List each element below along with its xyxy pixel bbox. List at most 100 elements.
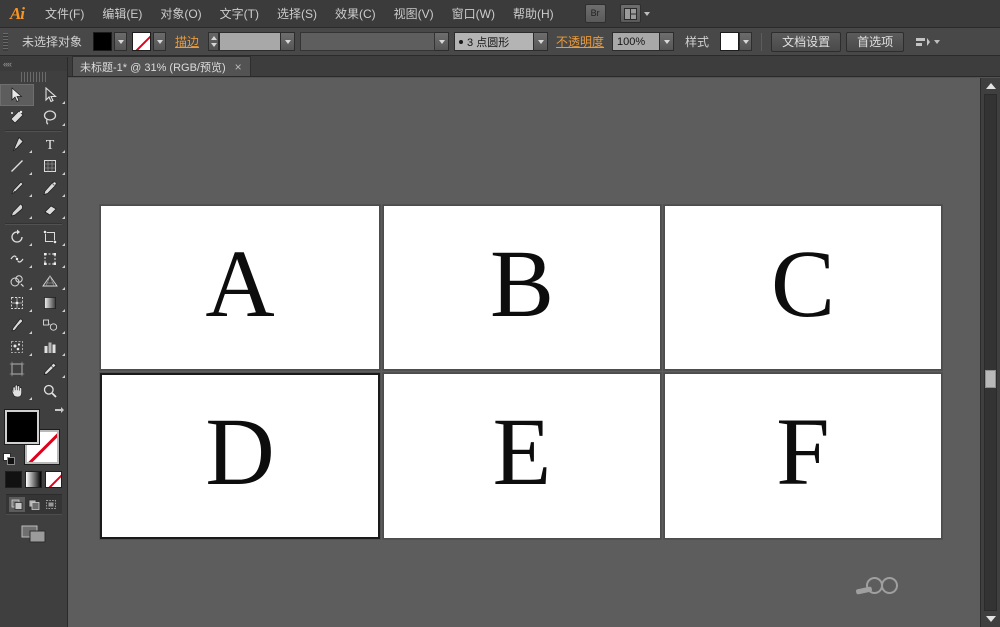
menu-effect[interactable]: 效果(C) [326, 1, 385, 26]
arrange-documents-chevron-down-icon[interactable] [643, 11, 650, 16]
scroll-thumb[interactable] [985, 370, 996, 388]
menu-select[interactable]: 选择(S) [268, 1, 326, 26]
blend-tool[interactable] [34, 314, 68, 336]
align-icon[interactable] [915, 35, 931, 49]
menu-window[interactable]: 窗口(W) [443, 1, 504, 26]
swap-fill-stroke-icon[interactable] [53, 406, 65, 418]
fill-color-group[interactable] [93, 32, 128, 51]
artboard-tool[interactable] [0, 358, 34, 380]
direct-selection-tool[interactable] [34, 84, 68, 106]
pencil-tool[interactable] [34, 177, 68, 199]
pen-tool[interactable] [0, 133, 34, 155]
bridge-icon[interactable]: Br [584, 4, 606, 23]
width-tool[interactable] [0, 248, 34, 270]
menu-object[interactable]: 对象(O) [151, 1, 210, 26]
artboard-e[interactable]: E [383, 373, 661, 539]
draw-inside-mode[interactable] [43, 497, 59, 512]
symbol-sprayer-tool[interactable] [0, 336, 34, 358]
artboard-d[interactable]: D [100, 373, 380, 539]
graphic-style-input[interactable]: 3 点圆形 [454, 32, 535, 51]
stroke-weight-input[interactable] [219, 32, 282, 51]
scroll-up-arrow[interactable] [981, 78, 1000, 94]
control-bar-grip[interactable] [3, 32, 8, 51]
canvas-area[interactable]: A B C D E F [68, 78, 1000, 627]
style-swatch[interactable] [720, 32, 740, 51]
free-transform-tool[interactable] [34, 248, 68, 270]
artboard-c[interactable]: C [664, 205, 942, 370]
stroke-weight-stepper[interactable] [208, 32, 220, 51]
menu-help[interactable]: 帮助(H) [504, 1, 563, 26]
menu-file[interactable]: 文件(F) [36, 1, 93, 26]
artboard-b[interactable]: B [383, 205, 661, 370]
fill-color-chevron-down-icon[interactable] [114, 32, 128, 51]
mesh-tool[interactable] [0, 292, 34, 314]
type-tool[interactable]: T [34, 133, 68, 155]
shape-builder-tool[interactable] [0, 270, 34, 292]
close-icon[interactable]: × [234, 61, 243, 73]
scale-tool[interactable] [34, 226, 68, 248]
rotate-tool[interactable] [0, 226, 34, 248]
tools-panel-grip[interactable] [20, 72, 47, 82]
opacity-panel-link[interactable]: 不透明度 [553, 33, 607, 50]
line-segment-tool[interactable] [0, 155, 34, 177]
document-tab[interactable]: 未标题-1* @ 31% (RGB/预览) × [72, 56, 251, 76]
rectangle-tool[interactable] [34, 155, 68, 177]
lasso-tool[interactable] [34, 106, 68, 128]
fill-color-swatch[interactable] [93, 32, 113, 51]
magic-wand-tool[interactable] [0, 106, 34, 128]
brush-definition-group[interactable] [300, 32, 450, 51]
control-bar-chevron-down-icon[interactable] [934, 39, 941, 44]
color-mode-none[interactable] [45, 471, 62, 488]
opacity-group[interactable]: 100% [612, 32, 675, 51]
menu-edit[interactable]: 编辑(E) [93, 1, 151, 26]
perspective-grid-tool[interactable] [34, 270, 68, 292]
paintbrush-tool[interactable] [0, 177, 34, 199]
eyedropper-tool[interactable] [0, 314, 34, 336]
scroll-down-arrow[interactable] [981, 611, 1000, 627]
stroke-color-group[interactable] [132, 32, 167, 51]
artboard-f[interactable]: F [664, 373, 942, 539]
brush-definition-chevron-down-icon[interactable] [435, 32, 450, 51]
graphic-style-group[interactable]: 3 点圆形 [454, 32, 549, 51]
zoom-tool[interactable] [34, 380, 68, 402]
style-chevron-down-icon[interactable] [739, 32, 753, 51]
gradient-tool[interactable] [34, 292, 68, 314]
default-fill-stroke-icon[interactable] [2, 453, 16, 466]
color-mode-gradient[interactable] [25, 471, 42, 488]
collapse-panel-icon[interactable]: «« [3, 59, 12, 69]
control-bar-overflow-group[interactable] [915, 35, 941, 49]
artboard-a[interactable]: A [100, 205, 380, 370]
draw-normal-mode[interactable] [8, 497, 25, 512]
menu-view[interactable]: 视图(V) [385, 1, 443, 26]
menu-type[interactable]: 文字(T) [211, 1, 268, 26]
blob-brush-tool[interactable] [0, 199, 34, 221]
graphic-style-chevron-down-icon[interactable] [534, 32, 549, 51]
stroke-weight-chevron-down-icon[interactable] [281, 32, 296, 51]
scrollbar-track[interactable] [984, 94, 997, 611]
vertical-scrollbar[interactable] [980, 78, 1000, 627]
stroke-color-swatch[interactable] [132, 32, 152, 51]
arrange-documents-group[interactable] [619, 4, 650, 23]
preferences-button[interactable]: 首选项 [846, 31, 905, 52]
eraser-tool[interactable] [34, 199, 68, 221]
stroke-weight-group[interactable] [208, 32, 296, 51]
opacity-chevron-down-icon[interactable] [660, 32, 675, 51]
arrange-documents-icon[interactable] [619, 4, 641, 23]
draw-behind-mode[interactable] [26, 497, 42, 512]
slice-tool[interactable] [34, 358, 68, 380]
hand-tool[interactable] [0, 380, 34, 402]
tool-flyout-corner-icon [28, 194, 32, 197]
stroke-color-chevron-down-icon[interactable] [153, 32, 167, 51]
brush-definition-input[interactable] [300, 32, 436, 51]
document-setup-button[interactable]: 文档设置 [771, 31, 842, 52]
style-swatch-group[interactable] [720, 32, 753, 51]
selection-tool[interactable] [0, 84, 34, 106]
fill-swatch-large[interactable] [4, 410, 39, 444]
tools-panel-header[interactable]: «« [0, 57, 67, 71]
stroke-panel-link[interactable]: 描边 [171, 33, 203, 50]
color-mode-solid[interactable] [5, 471, 22, 488]
change-screen-mode[interactable] [19, 523, 49, 545]
opacity-input[interactable]: 100% [612, 32, 661, 51]
column-graph-tool[interactable] [34, 336, 68, 358]
tool-flyout-corner-icon [28, 353, 32, 356]
